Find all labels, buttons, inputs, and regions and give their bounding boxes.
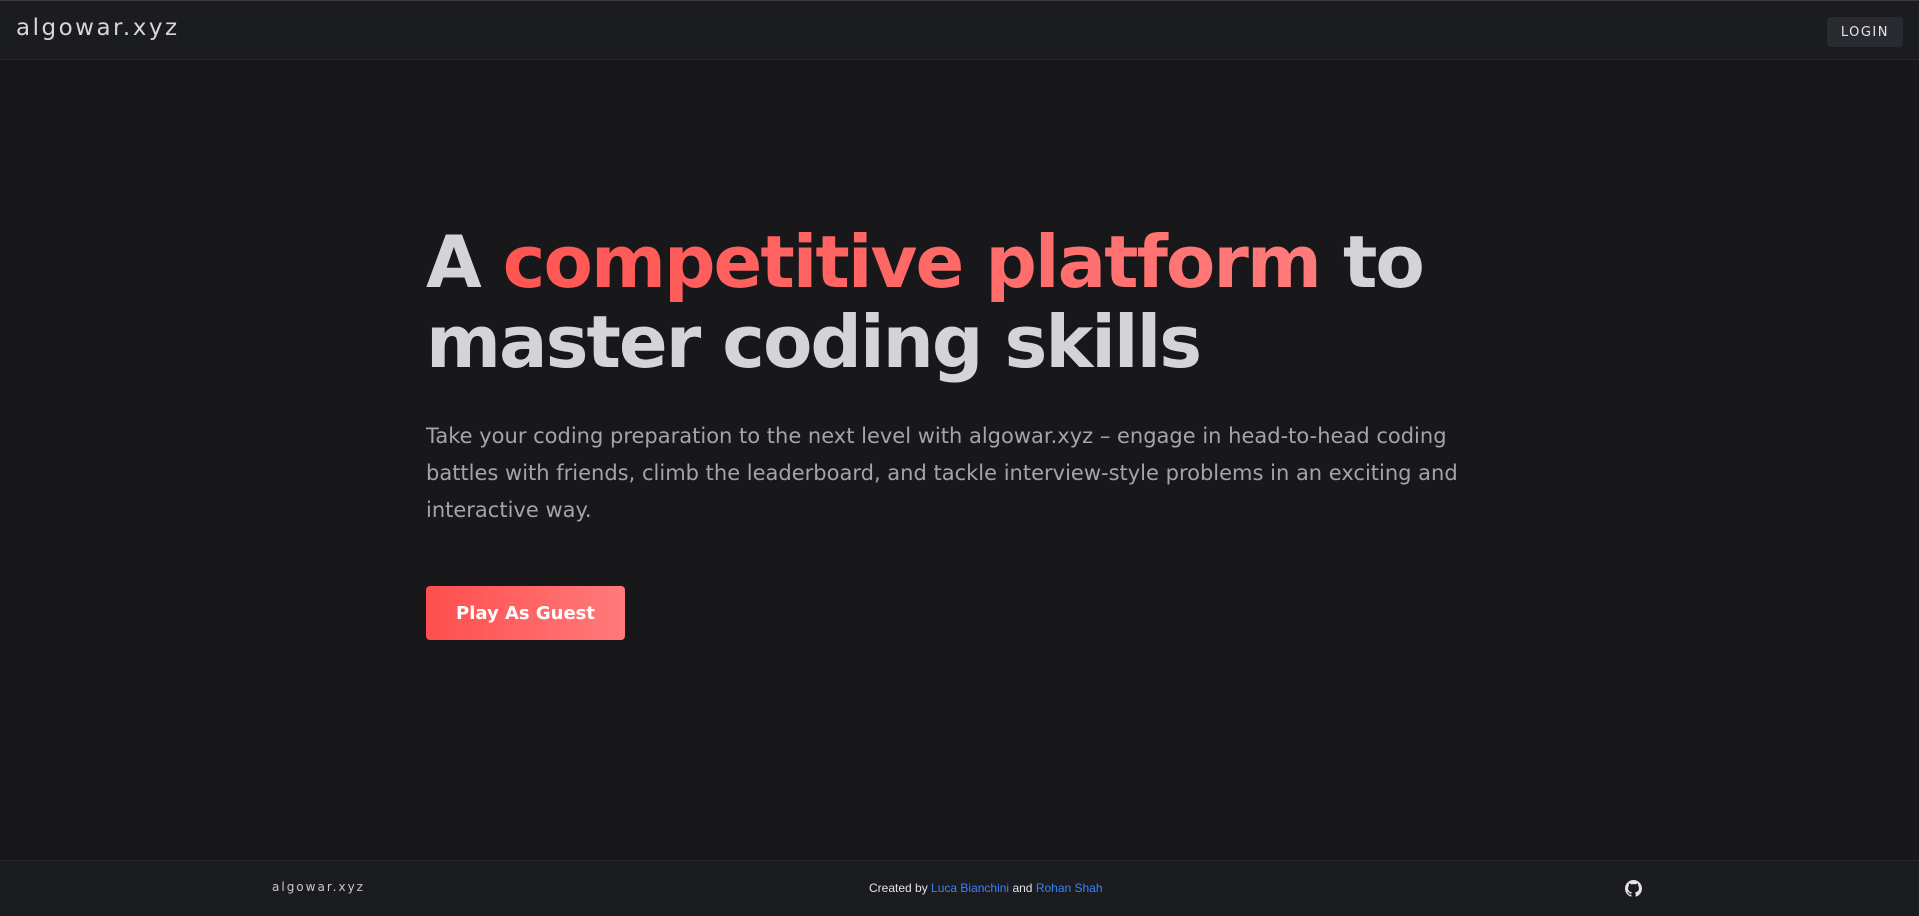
headline-part-1: A xyxy=(426,220,503,304)
hero-section: A competitive platform to master coding … xyxy=(426,222,1526,529)
footer: algowar.xyz Created by Luca Bianchini an… xyxy=(0,860,1919,916)
footer-brand: algowar.xyz xyxy=(272,880,365,894)
login-button[interactable]: LOGIN xyxy=(1826,17,1903,47)
play-as-guest-button[interactable]: Play As Guest xyxy=(426,586,625,640)
hero-headline: A competitive platform to master coding … xyxy=(426,222,1526,382)
hero-subtitle: Take your coding preparation to the next… xyxy=(426,424,1458,522)
github-icon[interactable] xyxy=(1625,880,1642,897)
headline-accent: competitive platform xyxy=(502,220,1322,304)
author-link-luca[interactable]: Luca Bianchini xyxy=(931,881,1009,895)
credits-joiner: and xyxy=(1009,881,1036,895)
author-link-rohan[interactable]: Rohan Shah xyxy=(1036,881,1103,895)
credits-prefix: Created by xyxy=(869,881,932,895)
top-navbar: algowar.xyz LOGIN xyxy=(0,0,1919,60)
brand-logo[interactable]: algowar.xyz xyxy=(16,15,180,41)
footer-credits: Created by Luca Bianchini and Rohan Shah xyxy=(869,881,1103,895)
